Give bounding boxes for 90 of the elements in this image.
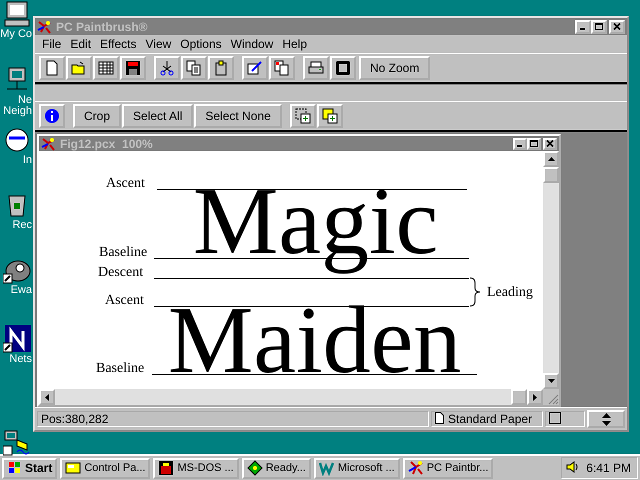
menu-item[interactable]: Help <box>279 37 314 51</box>
scissors-icon <box>159 60 175 76</box>
scroll-right-button[interactable] <box>527 389 543 405</box>
windows-flag-icon <box>7 461 23 475</box>
taskbar-button[interactable]: PC Paintbr... <box>402 458 494 478</box>
toolbar-button[interactable] <box>66 56 92 80</box>
add-selection-icon <box>294 108 311 124</box>
spin-button[interactable] <box>587 410 625 428</box>
figure-word: Magic <box>193 166 438 276</box>
desktop-icon-label[interactable]: In <box>22 154 32 167</box>
folder-icon <box>71 60 87 76</box>
toolbar-button[interactable] <box>120 56 146 80</box>
taskbar-button[interactable]: Ready... <box>242 458 311 478</box>
control-panel-icon <box>65 460 82 476</box>
menu-item[interactable]: Effects <box>97 37 142 51</box>
left-arrow-icon <box>45 394 49 400</box>
toolbar-button[interactable] <box>39 104 65 128</box>
figure-label: Ascent <box>105 293 144 309</box>
menu-item[interactable]: File <box>39 37 68 51</box>
figure-label: Descent <box>98 265 144 281</box>
toolbar-button[interactable]: Select None <box>194 104 282 128</box>
toolbar-button[interactable] <box>93 56 119 80</box>
desktop-icon-label[interactable]: Ewa <box>10 284 32 297</box>
right-arrow-icon <box>533 394 537 400</box>
figure-label: Leading <box>487 285 533 301</box>
scroll-left-button[interactable] <box>39 389 55 405</box>
menu-item[interactable]: Options <box>177 37 228 51</box>
computer-icon[interactable] <box>3 0 31 28</box>
desktop-icon-label[interactable]: Neigh <box>3 105 32 118</box>
window-title: PC Paintbrush® <box>56 20 149 34</box>
desktop-icon-label[interactable]: My Co <box>0 28 32 41</box>
toolbar-button[interactable] <box>39 56 65 80</box>
horizontal-scrollbar[interactable] <box>39 389 543 405</box>
pencil-icon <box>247 60 263 76</box>
grid-icon <box>98 60 114 76</box>
desktop-icon-label[interactable]: Rec <box>12 219 32 232</box>
toolbar-button[interactable] <box>290 104 316 128</box>
figure-label: Baseline <box>99 245 148 261</box>
toolbar-button[interactable] <box>181 56 207 80</box>
figure-word: Maiden <box>168 285 462 389</box>
scroll-thumb[interactable] <box>511 389 527 405</box>
toolbar-button[interactable]: No Zoom <box>359 56 430 80</box>
maximize-icon <box>594 22 604 31</box>
toolbar-button[interactable]: Crop <box>73 104 122 128</box>
menu-item[interactable]: Edit <box>67 37 98 51</box>
close-icon <box>545 139 555 148</box>
up-arrow-icon <box>548 157 554 161</box>
toolbar-button[interactable] <box>269 56 295 80</box>
maximize-icon <box>529 139 539 148</box>
menu-item[interactable]: Window <box>228 37 280 51</box>
document-title: Fig12.pcx 100% <box>60 136 154 150</box>
paste-icon <box>213 60 229 76</box>
close-icon <box>612 22 622 31</box>
up-down-arrows-icon <box>602 412 610 426</box>
toolbar-button[interactable] <box>208 56 234 80</box>
copy-icon <box>186 60 202 76</box>
toolbar-button[interactable] <box>154 56 180 80</box>
figure-label: Ascent <box>106 176 145 192</box>
down-arrow-icon <box>548 379 554 383</box>
taskbar-button[interactable]: Microsoft ... <box>314 458 400 478</box>
page-icon <box>44 60 60 76</box>
status-position: Pos:380,282 <box>37 411 429 427</box>
toolbar-button[interactable] <box>316 104 343 128</box>
toolbar-button[interactable] <box>330 56 356 80</box>
w-letter-icon <box>318 460 335 476</box>
taskbar-button[interactable]: MS-DOS ... <box>153 458 239 478</box>
toolbar-button[interactable] <box>242 56 268 80</box>
clock: 6:41 PM <box>586 461 631 475</box>
printer-icon <box>308 60 324 76</box>
square-icon <box>335 60 351 76</box>
square-icon <box>549 412 561 426</box>
desktop-icon-label[interactable]: Ne <box>18 94 32 107</box>
info-icon <box>44 108 60 124</box>
navigator-icon[interactable] <box>3 325 31 353</box>
globe-icon[interactable] <box>3 126 31 154</box>
figure-label: Baseline <box>96 361 144 377</box>
toolbar-button[interactable] <box>303 56 329 80</box>
menu-item[interactable]: View <box>142 37 178 51</box>
paper-size-label: Standard Paper <box>448 412 532 426</box>
start-button[interactable]: Start <box>2 458 58 478</box>
scroll-thumb[interactable] <box>543 167 559 183</box>
desktop-icon-label[interactable]: Nets <box>9 353 32 366</box>
vertical-scrollbar[interactable] <box>543 151 559 389</box>
taskbar-button[interactable]: Control Pa... <box>60 458 150 478</box>
pages-icon <box>274 60 290 76</box>
toolbar-button[interactable]: Select All <box>122 104 194 128</box>
add-paste-icon <box>322 108 338 124</box>
scroll-up-button[interactable] <box>543 151 559 167</box>
ms-dos-icon <box>158 460 174 476</box>
scroll-down-button[interactable] <box>543 373 559 389</box>
